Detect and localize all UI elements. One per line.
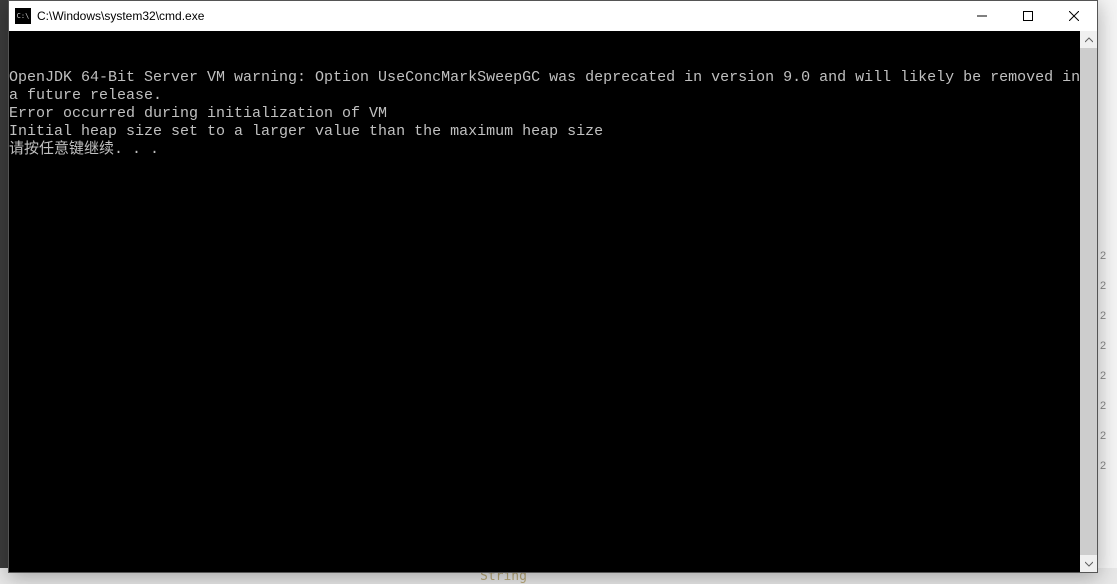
minimize-button[interactable] [959, 1, 1005, 31]
cmd-window: C:\Windows\system32\cmd.exe OpenJDK 6 [8, 0, 1098, 573]
scroll-down-button[interactable] [1080, 555, 1097, 572]
bg-hint: 2 [1097, 370, 1117, 400]
terminal-line: 请按任意键继续. . . [9, 141, 159, 158]
minimize-icon [977, 11, 987, 21]
bg-hint: 2 [1097, 310, 1117, 340]
terminal-line: Error occurred during initialization of … [9, 105, 387, 122]
bg-hint: 2 [1097, 280, 1117, 310]
window-title: C:\Windows\system32\cmd.exe [37, 9, 959, 23]
bg-hint: 2 [1097, 400, 1117, 430]
background-right-strip: 2 2 2 2 2 2 2 2 [1097, 0, 1117, 584]
cmd-icon [15, 8, 31, 24]
bg-hint: 2 [1097, 250, 1117, 280]
scrollbar-thumb[interactable] [1080, 48, 1097, 555]
background-left-strip [0, 0, 8, 584]
chevron-up-icon [1085, 36, 1093, 44]
terminal-output[interactable]: OpenJDK 64-Bit Server VM warning: Option… [9, 31, 1097, 572]
scroll-up-button[interactable] [1080, 31, 1097, 48]
maximize-button[interactable] [1005, 1, 1051, 31]
terminal-line: Initial heap size set to a larger value … [9, 123, 603, 140]
bg-hint: 2 [1097, 430, 1117, 460]
terminal-line: OpenJDK 64-Bit Server VM warning: Option… [9, 69, 1089, 104]
titlebar[interactable]: C:\Windows\system32\cmd.exe [9, 1, 1097, 31]
window-controls [959, 1, 1097, 31]
maximize-icon [1023, 11, 1033, 21]
close-icon [1069, 11, 1079, 21]
bg-hint: 2 [1097, 340, 1117, 370]
chevron-down-icon [1085, 560, 1093, 568]
bg-hint: 2 [1097, 460, 1117, 490]
vertical-scrollbar[interactable] [1080, 31, 1097, 572]
close-button[interactable] [1051, 1, 1097, 31]
terminal-content: OpenJDK 64-Bit Server VM warning: Option… [9, 69, 1097, 159]
scrollbar-track[interactable] [1080, 48, 1097, 555]
